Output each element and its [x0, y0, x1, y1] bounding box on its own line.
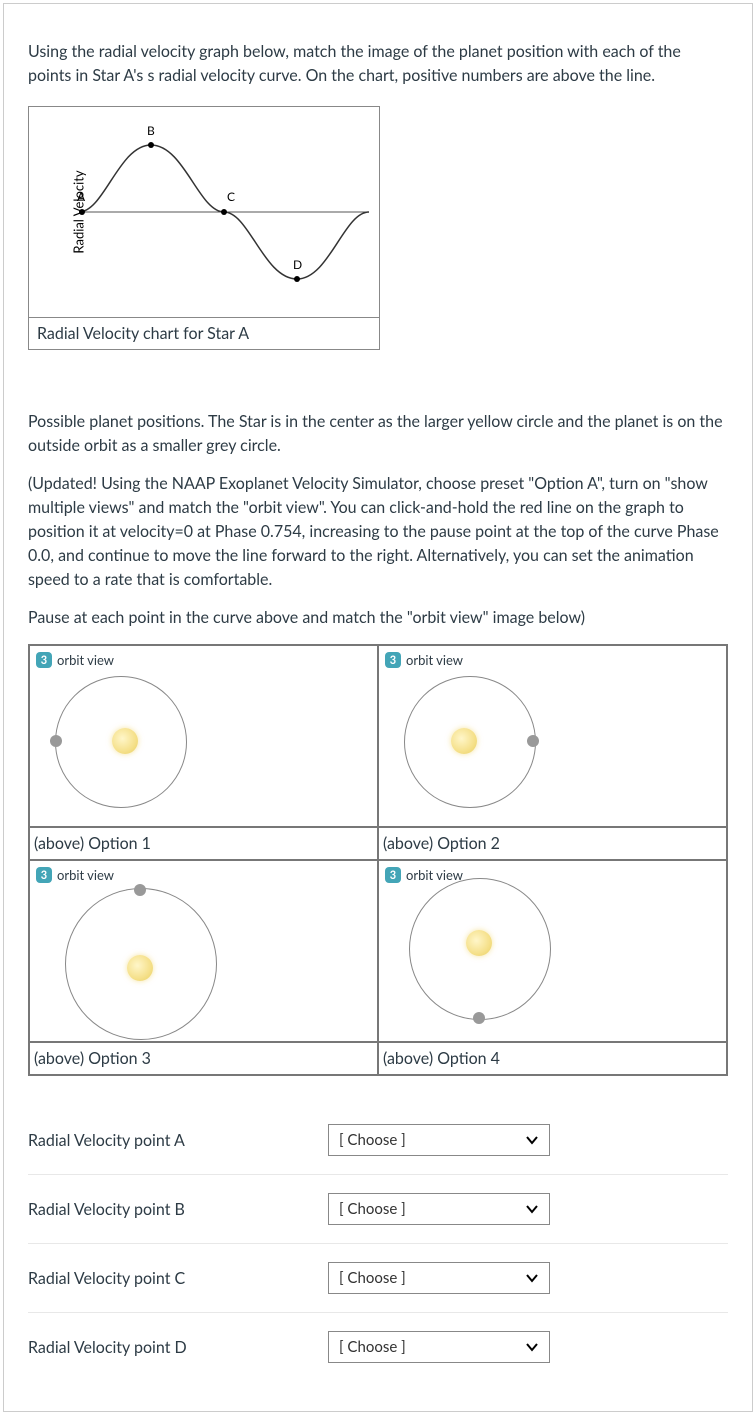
match-row-a: Radial Velocity point A [ Choose ]	[28, 1106, 728, 1175]
para-positions: Possible planet positions. The Star is i…	[28, 410, 728, 458]
orbit-header-text-1: orbit view	[57, 652, 114, 668]
option-3-label: (above) Option 3	[29, 1042, 378, 1075]
orbit-header-1: 3 orbit view	[36, 652, 114, 668]
orbit-canvas-2	[399, 671, 549, 821]
chart-point-b-dot	[148, 142, 154, 148]
option-1-label: (above) Option 1	[29, 827, 378, 860]
question-container: Using the radial velocity graph below, m…	[3, 3, 753, 1412]
dropdown-b[interactable]: [ Choose ]	[328, 1193, 550, 1225]
chart-point-c-label: C	[227, 189, 235, 204]
match-label-b: Radial Velocity point B	[28, 1200, 328, 1219]
dropdown-d-text: [ Choose ]	[339, 1338, 406, 1356]
dropdown-c[interactable]: [ Choose ]	[328, 1262, 550, 1294]
option-2-label: (above) Option 2	[378, 827, 727, 860]
star-icon	[112, 728, 138, 754]
orbit-header-3: 3 orbit view	[36, 867, 114, 883]
planet-icon	[473, 1012, 485, 1024]
chart-point-a-label: A	[77, 189, 85, 204]
dropdown-a-text: [ Choose ]	[339, 1131, 406, 1149]
chart-point-d-label: D	[293, 257, 302, 272]
orbit-header-text-2: orbit view	[406, 652, 463, 668]
star-icon	[127, 955, 153, 981]
dropdown-d[interactable]: [ Choose ]	[328, 1331, 550, 1363]
chart-point-d-dot	[294, 276, 300, 282]
intro-text: Using the radial velocity graph below, m…	[28, 40, 728, 88]
orbit-cell-2: 3 orbit view	[378, 645, 727, 827]
chart-caption: Radial Velocity chart for Star A	[29, 317, 379, 349]
option-4-label: (above) Option 4	[378, 1042, 727, 1075]
para-pause: Pause at each point in the curve above a…	[28, 606, 728, 630]
orbit-header-text-3: orbit view	[57, 867, 114, 883]
match-row-c: Radial Velocity point C [ Choose ]	[28, 1244, 728, 1313]
rv-plot: A B C D	[79, 127, 369, 297]
chevron-down-icon	[525, 1340, 539, 1354]
planet-icon	[50, 735, 62, 747]
chart-point-c-dot	[221, 209, 227, 215]
orbit-header-4: 3 orbit view	[385, 867, 463, 883]
orbit-cell-4: 3 orbit view	[378, 860, 727, 1042]
planet-icon	[134, 884, 146, 896]
orbit-canvas-1	[50, 671, 200, 821]
orbit-badge-1: 3	[36, 652, 52, 668]
orbit-canvas-4	[399, 873, 549, 1023]
dropdown-a[interactable]: [ Choose ]	[328, 1124, 550, 1156]
para-instructions: (Updated! Using the NAAP Exoplanet Veloc…	[28, 472, 728, 592]
orbit-badge-3: 3	[36, 867, 52, 883]
chart-point-a-dot	[79, 209, 85, 215]
match-row-b: Radial Velocity point B [ Choose ]	[28, 1175, 728, 1244]
orbit-canvas-3	[50, 873, 200, 1023]
orbit-table: 3 orbit view 3 orbit view (above) Option…	[28, 644, 728, 1076]
orbit-cell-3: 3 orbit view	[29, 860, 378, 1042]
rv-chart: Radial Velocity A B C D	[29, 107, 379, 317]
orbit-cell-1: 3 orbit view	[29, 645, 378, 827]
orbit-header-text-4: orbit view	[406, 867, 463, 883]
star-icon	[466, 930, 492, 956]
rv-chart-box: Radial Velocity A B C D Radial Ve	[28, 106, 380, 350]
planet-icon	[527, 735, 539, 747]
star-icon	[451, 728, 477, 754]
orbit-badge-2: 3	[385, 652, 401, 668]
match-label-c: Radial Velocity point C	[28, 1269, 328, 1288]
orbit-badge-4: 3	[385, 867, 401, 883]
chevron-down-icon	[525, 1271, 539, 1285]
dropdown-c-text: [ Choose ]	[339, 1269, 406, 1287]
orbit-header-2: 3 orbit view	[385, 652, 463, 668]
chevron-down-icon	[525, 1133, 539, 1147]
dropdown-b-text: [ Choose ]	[339, 1200, 406, 1218]
chevron-down-icon	[525, 1202, 539, 1216]
match-label-a: Radial Velocity point A	[28, 1131, 328, 1150]
match-label-d: Radial Velocity point D	[28, 1338, 328, 1357]
match-section: Radial Velocity point A [ Choose ] Radia…	[28, 1106, 728, 1381]
chart-point-b-label: B	[147, 123, 155, 138]
match-row-d: Radial Velocity point D [ Choose ]	[28, 1313, 728, 1381]
